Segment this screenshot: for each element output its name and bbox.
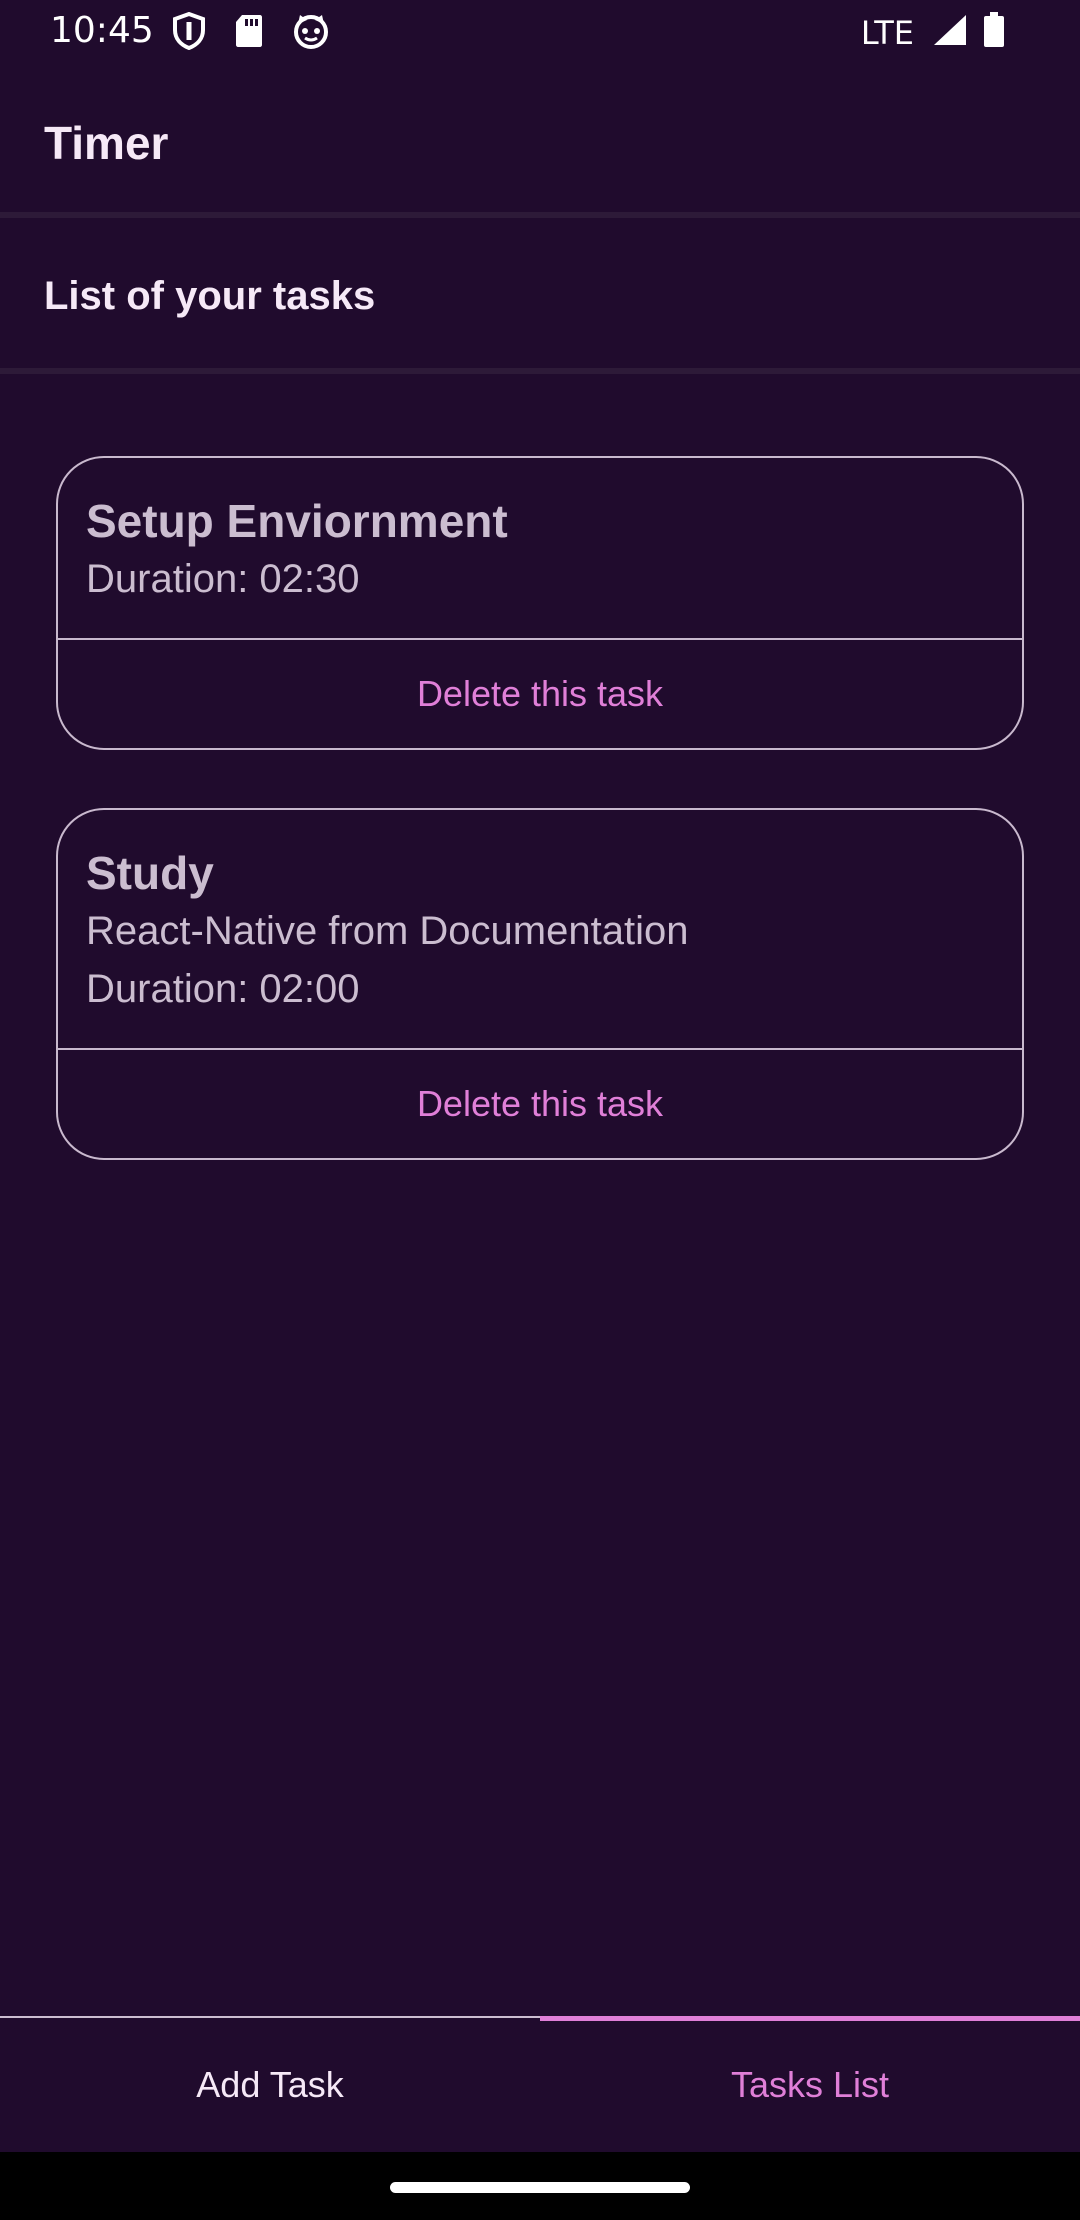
status-bar: 10:45 LTE <box>0 0 1080 66</box>
task-card: Setup Enviornment Duration: 02:30 Delete… <box>56 456 1024 750</box>
status-icons-left <box>172 11 330 55</box>
task-duration: Duration: 02:00 <box>86 967 360 1011</box>
delete-task-button[interactable]: Delete this task <box>58 640 1022 748</box>
home-gesture-handle[interactable] <box>390 2182 690 2193</box>
task-description: React-Native from Documentation <box>86 909 689 953</box>
task-title: Setup Enviornment <box>86 495 508 547</box>
task-card-body: Study React-Native from Documentation Du… <box>58 810 1022 1050</box>
section-header: List of your tasks <box>0 222 1080 374</box>
signal-icon <box>932 13 968 52</box>
task-card: Study React-Native from Documentation Du… <box>56 808 1024 1160</box>
battery-icon <box>982 12 1006 53</box>
page-title: Timer <box>44 117 169 169</box>
system-nav-bar <box>0 2152 1080 2220</box>
tab-label: Tasks List <box>730 2064 890 2105</box>
shield-icon <box>172 11 206 55</box>
active-tab-indicator <box>540 2016 1080 2021</box>
tab-label: Add Task <box>196 2064 344 2105</box>
app-header: Timer <box>0 66 1080 218</box>
tab-tasks-list[interactable]: Tasks List <box>540 2016 1080 2152</box>
status-icons-right: LTE <box>861 12 1006 53</box>
task-duration: Duration: 02:30 <box>86 557 360 601</box>
section-title: List of your tasks <box>44 274 376 318</box>
task-card-body: Setup Enviornment Duration: 02:30 <box>58 458 1022 640</box>
cat-face-icon <box>292 12 330 55</box>
delete-task-button[interactable]: Delete this task <box>58 1050 1022 1158</box>
status-time: 10:45 <box>50 10 154 51</box>
screen: 10:45 LTE Timer List of your tasks Setup… <box>0 0 1080 2220</box>
sd-card-icon <box>234 13 264 54</box>
bottom-tab-bar: Add Task Tasks List <box>0 2016 1080 2152</box>
network-type: LTE <box>860 13 914 52</box>
task-title: Study <box>86 847 214 899</box>
tab-add-task[interactable]: Add Task <box>0 2018 540 2152</box>
